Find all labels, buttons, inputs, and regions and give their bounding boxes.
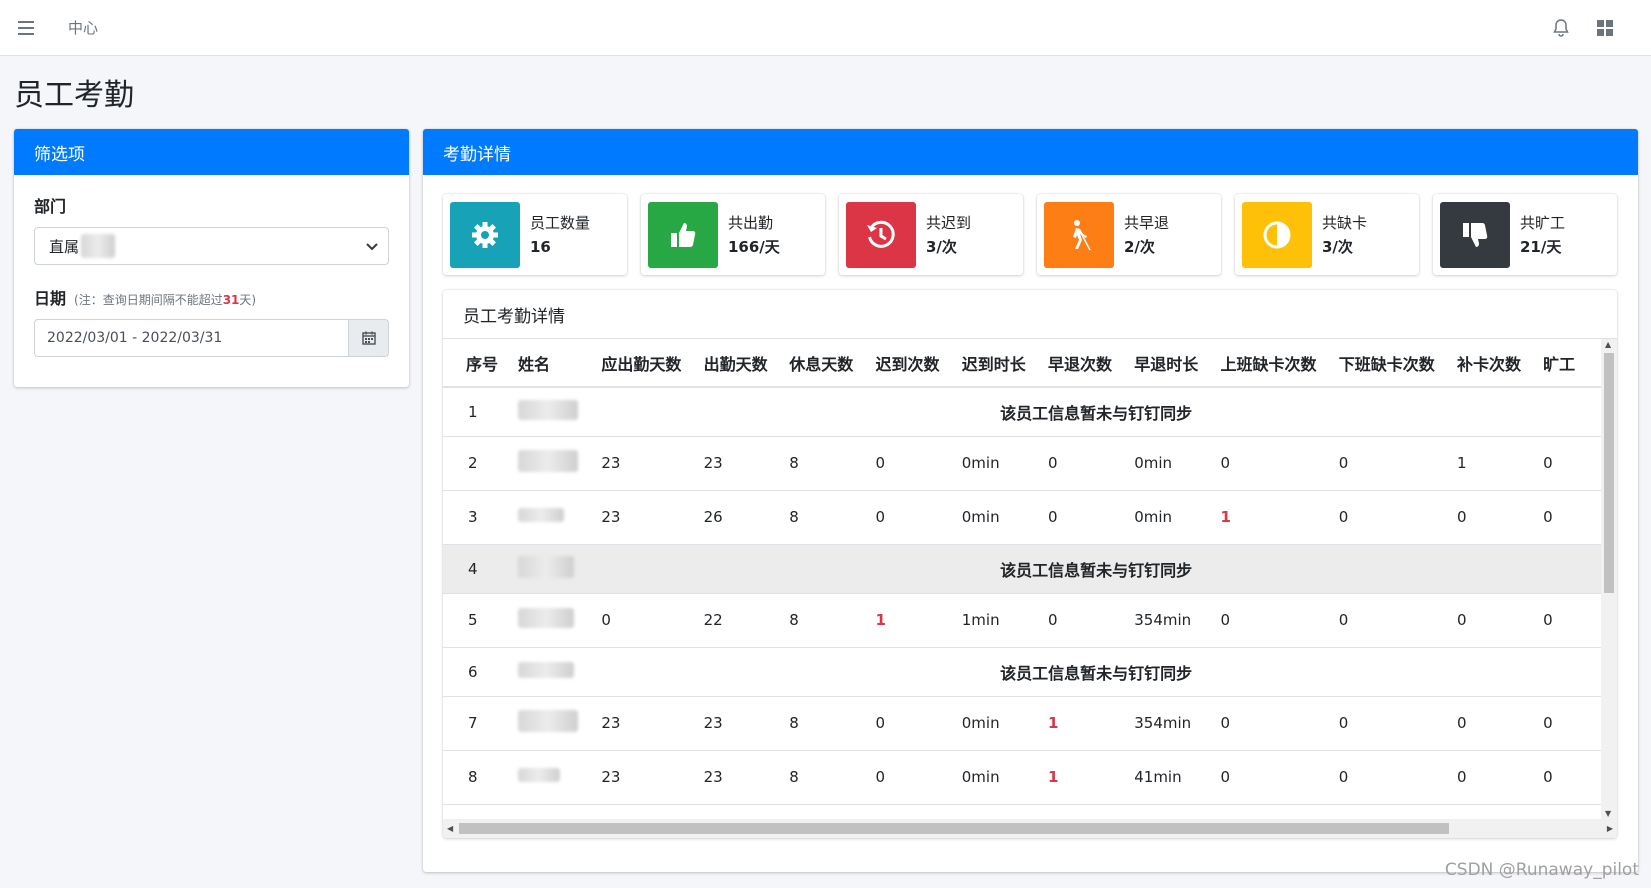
col-header-required-days: 应出勤天数 — [591, 339, 694, 388]
menu-toggle-icon[interactable] — [18, 17, 40, 39]
gear-icon — [450, 201, 520, 268]
stat-value: 3/次 — [926, 237, 957, 256]
avatar — [518, 508, 565, 522]
stat-box-late: 共迟到 3/次 — [839, 194, 1023, 275]
col-header-late-duration: 迟到时长 — [951, 339, 1038, 388]
date-range-group: 2022/03/01 - 2022/03/31 — [34, 319, 389, 357]
stat-value: 2/次 — [1124, 237, 1155, 256]
department-selected-value: 直属 — [49, 237, 80, 256]
attendance-table: 序号 姓名 应出勤天数 出勤天数 休息天数 迟到次数 迟到时长 早退次数 早退时… — [443, 339, 1601, 819]
stat-label: 共出勤 — [728, 213, 774, 232]
col-header-in-missing: 上班缺卡次数 — [1210, 339, 1329, 388]
stat-value: 3/次 — [1322, 237, 1353, 256]
col-header-out-missing: 下班缺卡次数 — [1328, 339, 1447, 388]
table-row[interactable]: 8 23 23 8 0 0min 1 41min 0 0 0 0 — [443, 749, 1601, 804]
table-row[interactable]: 4 该员工信息暂未与钉钉同步 — [443, 543, 1601, 593]
avatar — [518, 450, 579, 472]
col-header-index: 序号 — [443, 339, 509, 388]
table-title: 员工考勤详情 — [443, 290, 1617, 339]
table-row[interactable]: 3 23 26 8 0 0min 0 0min 1 0 0 0 — [443, 489, 1601, 544]
stat-label: 共迟到 — [926, 213, 972, 232]
scroll-up-arrow-icon[interactable]: ▲ — [1605, 340, 1611, 349]
avatar — [518, 399, 579, 420]
not-synced-message: 该员工信息暂未与钉钉同步 — [591, 543, 1601, 593]
avatar — [518, 555, 575, 578]
horizontal-scroll-thumb[interactable] — [459, 823, 1449, 834]
top-navbar: 中心 — [0, 0, 1651, 56]
table-row[interactable]: 1 该员工信息暂未与钉钉同步 — [443, 386, 1601, 436]
table-row[interactable]: 2 23 23 8 0 0min 0 0min 0 0 1 0 — [443, 435, 1601, 490]
stat-value: 21/天 — [1520, 237, 1562, 256]
col-header-late-count: 迟到次数 — [865, 339, 952, 388]
date-range-input[interactable]: 2022/03/01 - 2022/03/31 — [34, 319, 349, 357]
avatar — [518, 608, 575, 628]
avatar — [518, 661, 575, 678]
history-icon — [846, 201, 916, 268]
attendance-table-card: 员工考勤详情 序号 姓名 应出勤天数 出勤天数 休息天数 迟到次数 迟到时长 早… — [443, 290, 1617, 838]
stat-label: 共早退 — [1124, 213, 1170, 232]
table-row[interactable]: 7 23 23 8 0 0min 1 354min 0 0 0 0 — [443, 695, 1601, 750]
table-row[interactable]: 5 0 22 8 1 1min 0 354min 0 0 0 0 — [443, 592, 1601, 647]
department-select[interactable]: 直属 — [34, 227, 389, 265]
table-row[interactable]: 6 该员工信息暂未与钉钉同步 — [443, 646, 1601, 696]
watermark: CSDN @Runaway_pilot — [1444, 860, 1639, 880]
detail-card-header: 考勤详情 — [423, 129, 1638, 175]
department-label: 部门 — [34, 197, 67, 216]
not-synced-message: 该员工信息暂未与钉钉同步 — [591, 646, 1601, 696]
horizontal-scrollbar[interactable]: ◀ ▶ — [443, 819, 1617, 838]
stat-label: 员工数量 — [530, 213, 591, 232]
scroll-right-arrow-icon[interactable]: ▶ — [1607, 824, 1613, 833]
stat-value: 166/天 — [728, 237, 780, 256]
col-header-early-duration: 早退时长 — [1124, 339, 1211, 388]
vertical-scroll-thumb[interactable] — [1604, 353, 1614, 593]
stat-box-early-leave: 共早退 2/次 — [1037, 194, 1221, 275]
avatar — [518, 768, 561, 782]
nav-home-link[interactable]: 中心 — [68, 17, 98, 38]
page-title: 员工考勤 — [14, 78, 134, 113]
col-header-makeup: 补卡次数 — [1446, 339, 1534, 388]
walking-icon — [1044, 201, 1114, 268]
thumbs-down-icon — [1440, 201, 1510, 268]
attendance-detail-card: 考勤详情 员工数量 16 共出勤 166/天 共迟到 3/次 共早退 2/次 共… — [423, 129, 1638, 872]
stat-box-employees: 员工数量 16 — [443, 194, 627, 275]
vertical-scrollbar[interactable]: ▲ ▼ — [1601, 339, 1617, 819]
thumbs-up-icon — [648, 201, 718, 268]
stat-box-missing-card: 共缺卡 3/次 — [1235, 194, 1419, 275]
scroll-down-arrow-icon[interactable]: ▼ — [1605, 809, 1611, 818]
stat-value: 16 — [530, 237, 551, 256]
col-header-attend-days: 出勤天数 — [693, 339, 780, 388]
date-label: 日期 — [34, 289, 67, 308]
stat-label: 共旷工 — [1520, 213, 1566, 232]
date-note: (注：查询日期间隔不能超过31天) — [74, 293, 257, 307]
col-header-absent: 旷工 — [1533, 339, 1601, 388]
stat-box-attendance: 共出勤 166/天 — [641, 194, 825, 275]
avatar — [518, 710, 579, 732]
col-header-rest-days: 休息天数 — [779, 339, 866, 388]
half-circle-icon — [1242, 201, 1312, 268]
col-header-name: 姓名 — [508, 339, 592, 388]
filter-card-header: 筛选项 — [14, 129, 409, 175]
stats-row: 员工数量 16 共出勤 166/天 共迟到 3/次 共早退 2/次 共缺卡 3/次 — [443, 194, 1617, 275]
bell-icon[interactable] — [1553, 18, 1569, 37]
chevron-down-icon — [366, 237, 378, 255]
table-row[interactable] — [443, 803, 1601, 819]
table-scroll-area[interactable]: 序号 姓名 应出勤天数 出勤天数 休息天数 迟到次数 迟到时长 早退次数 早退时… — [443, 339, 1601, 819]
scroll-left-arrow-icon[interactable]: ◀ — [447, 824, 453, 833]
calendar-icon[interactable] — [349, 319, 389, 357]
col-header-early-count: 早退次数 — [1038, 339, 1125, 388]
filter-card: 筛选项 部门 直属 日期 (注：查询日期间隔不能超过31天) 2022/03/0… — [14, 129, 409, 387]
stat-box-absent: 共旷工 21/天 — [1433, 194, 1617, 275]
not-synced-message: 该员工信息暂未与钉钉同步 — [591, 386, 1601, 436]
redacted-text — [81, 234, 116, 258]
stat-label: 共缺卡 — [1322, 213, 1368, 232]
grid-apps-icon[interactable] — [1597, 19, 1613, 36]
table-header-row: 序号 姓名 应出勤天数 出勤天数 休息天数 迟到次数 迟到时长 早退次数 早退时… — [443, 339, 1601, 388]
